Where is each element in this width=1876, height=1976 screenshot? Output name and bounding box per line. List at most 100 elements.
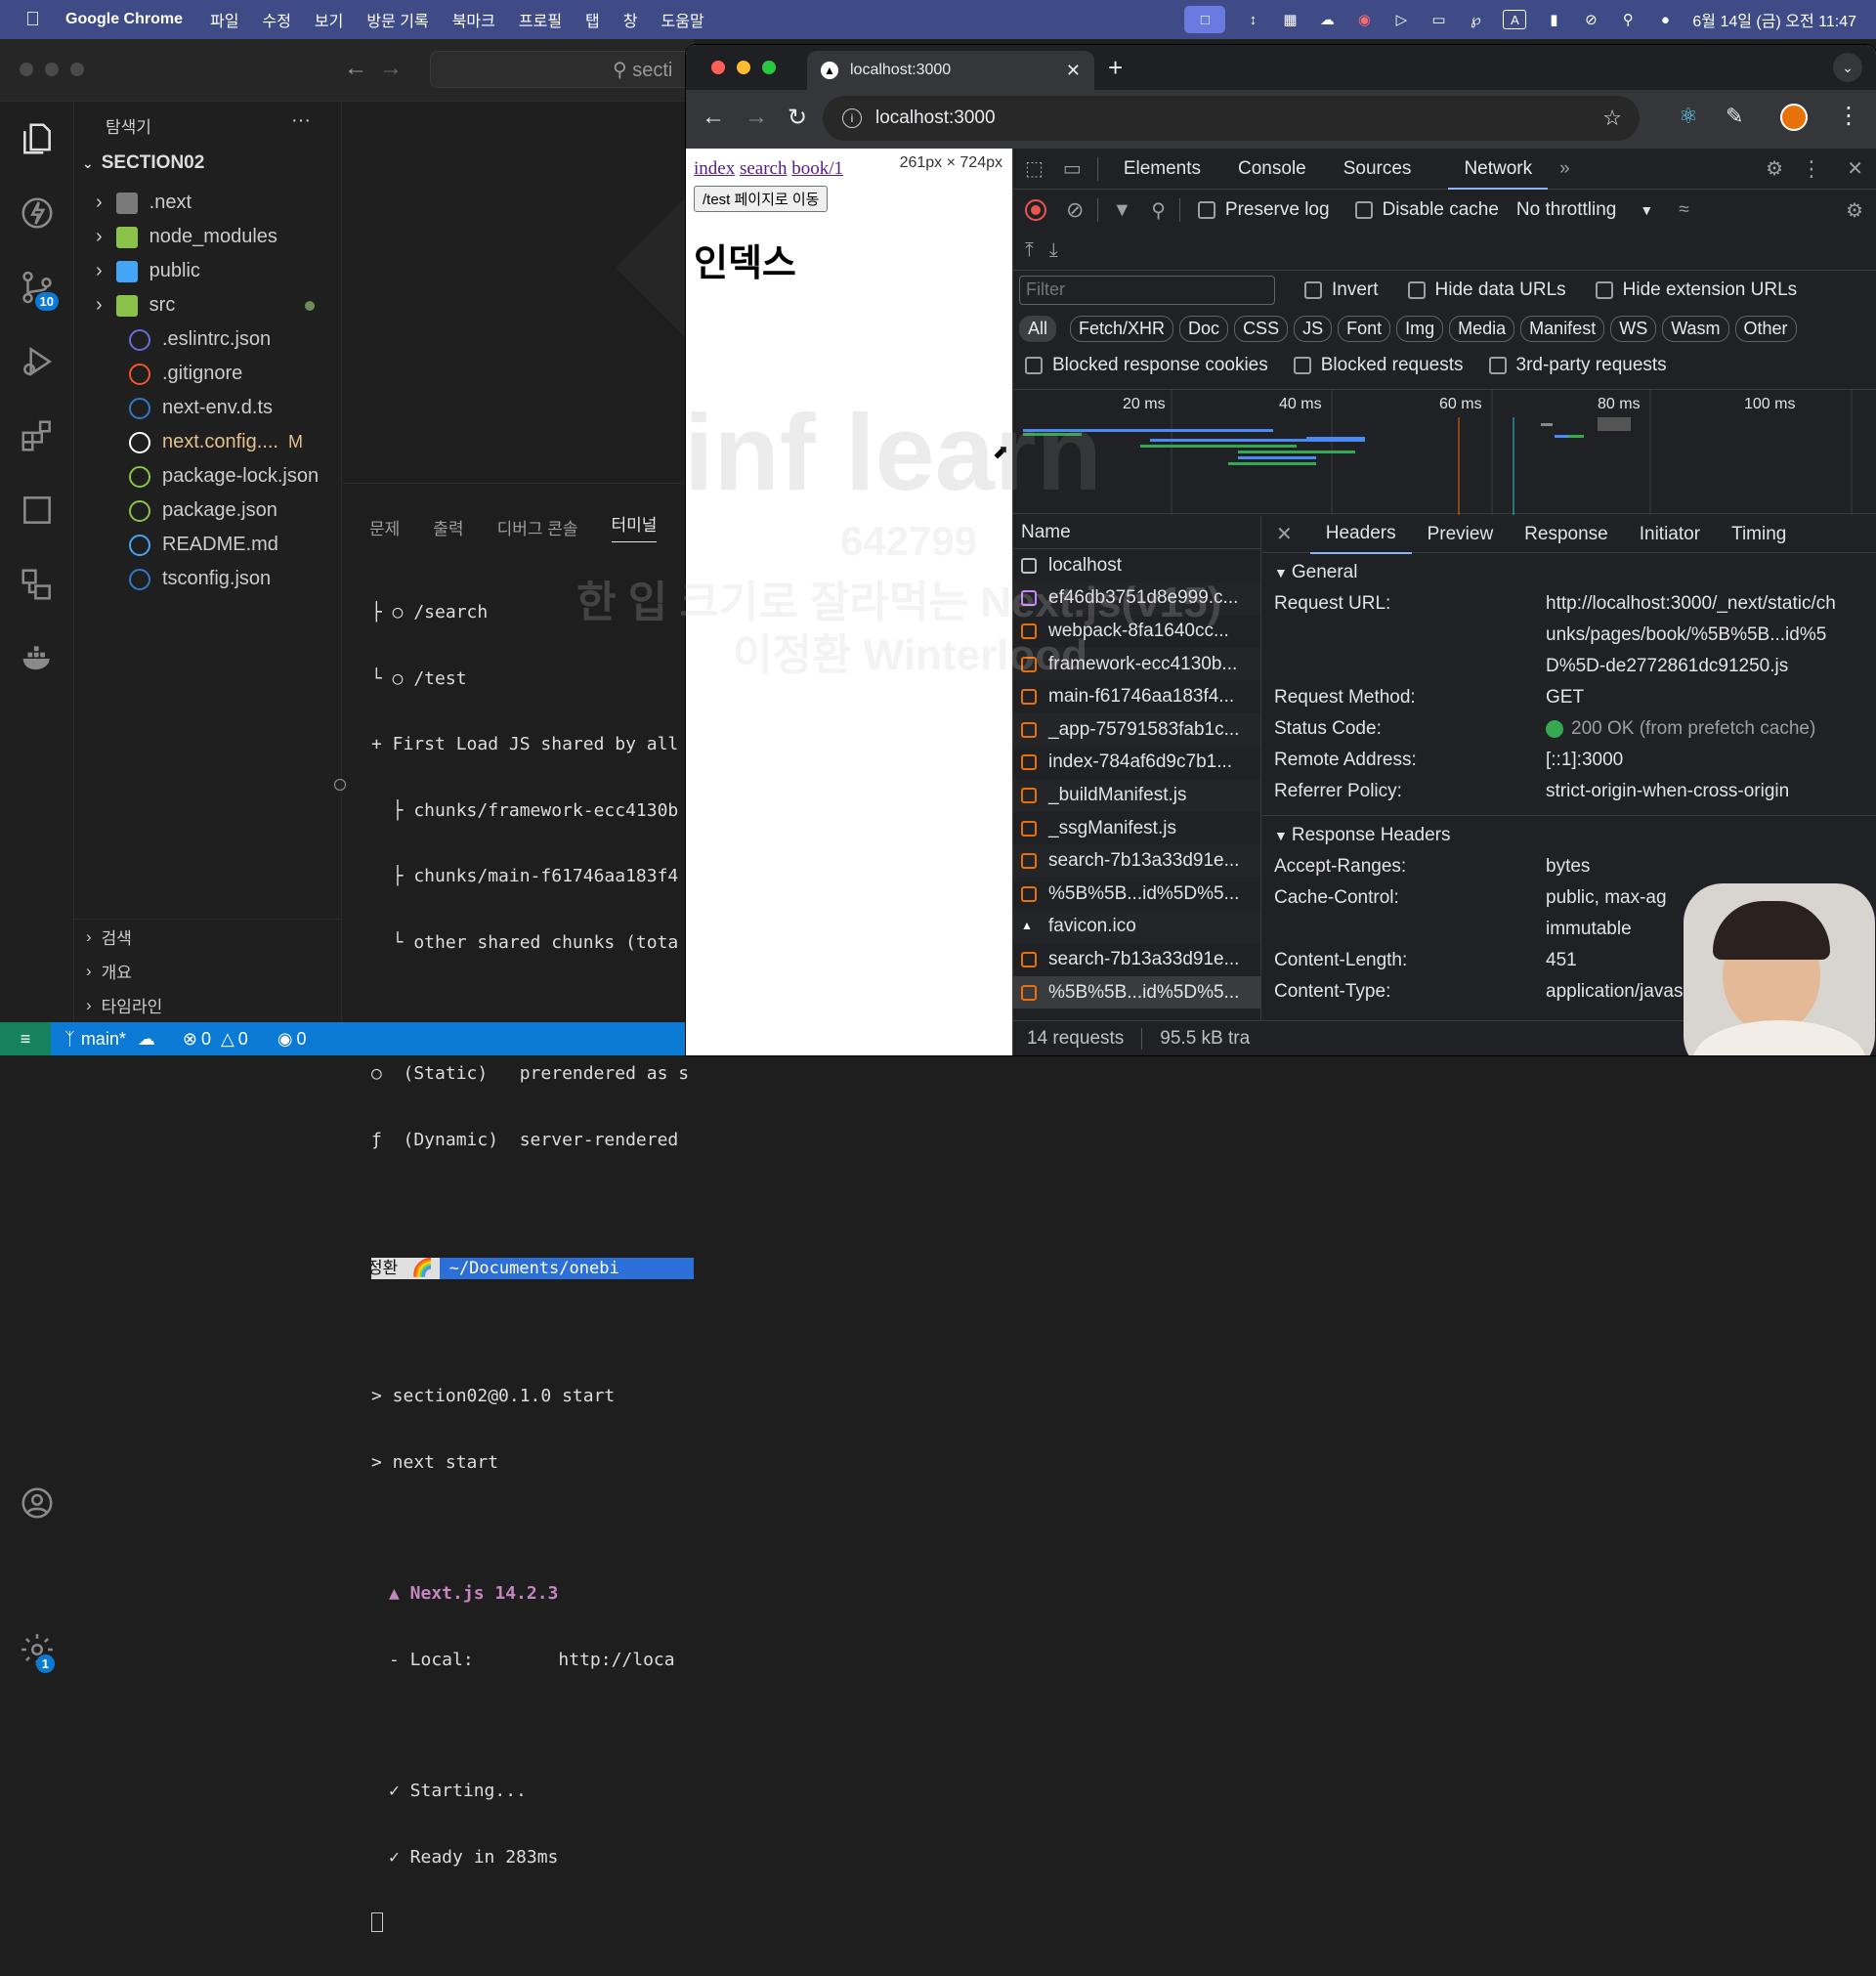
record-icon[interactable]: ◉ bbox=[1354, 10, 1374, 29]
type-filter-other[interactable]: Other bbox=[1734, 315, 1797, 342]
section-timeline[interactable]: › 타임라인 bbox=[74, 988, 342, 1022]
tree-file[interactable]: next.config.... M bbox=[74, 425, 342, 459]
forward-arrow-icon[interactable]: → bbox=[379, 55, 403, 82]
remote-icon[interactable]: ≡ bbox=[0, 1022, 51, 1055]
request-row[interactable]: search-7b13a33d91e... bbox=[1013, 844, 1260, 878]
throttling-select[interactable]: No throttling bbox=[1516, 199, 1616, 221]
tab-headers[interactable]: Headers bbox=[1309, 516, 1412, 554]
network-search-icon[interactable]: ⚲ bbox=[1151, 198, 1166, 223]
address-bar[interactable]: i localhost:3000 ☆ bbox=[823, 96, 1640, 141]
clear-icon[interactable]: ⊘ bbox=[1066, 197, 1084, 223]
spotlight-icon[interactable]: ⚲ bbox=[1618, 10, 1638, 29]
terminal-output[interactable]: ├ ○ /search └ ○ /test + First Load JS sh… bbox=[371, 558, 694, 1976]
general-section-header[interactable]: ▼ General bbox=[1274, 557, 1876, 588]
error-count[interactable]: 0 bbox=[201, 1029, 211, 1050]
input-source[interactable]: A bbox=[1503, 10, 1527, 29]
type-filter-media[interactable]: Media bbox=[1449, 315, 1515, 342]
third-party-checkbox[interactable] bbox=[1488, 357, 1507, 374]
account-icon[interactable] bbox=[0, 1466, 74, 1540]
devtools-more-icon[interactable]: ⋮ bbox=[1801, 156, 1822, 182]
back-arrow-icon[interactable]: ← bbox=[344, 55, 367, 82]
tree-file[interactable]: package-lock.json bbox=[74, 459, 342, 494]
extensions-puzzle-icon[interactable]: ✎ bbox=[1726, 104, 1743, 129]
type-filter-ws[interactable]: WS bbox=[1610, 315, 1657, 342]
tab-close-icon[interactable]: ✕ bbox=[1066, 61, 1081, 81]
tab-initiator[interactable]: Initiator bbox=[1624, 516, 1716, 553]
tree-file[interactable]: tsconfig.json bbox=[74, 562, 342, 596]
menubar-app-name[interactable]: Google Chrome bbox=[65, 11, 183, 28]
cloud-icon[interactable]: ☁ bbox=[1317, 10, 1337, 29]
tab-search-button[interactable]: ⌄ bbox=[1833, 53, 1862, 82]
request-row[interactable]: main-f61746aa183f4... bbox=[1013, 680, 1260, 713]
tab-network[interactable]: Network bbox=[1448, 149, 1549, 190]
device-toolbar-icon[interactable]: ▭ bbox=[1063, 156, 1082, 181]
bluetooth-icon[interactable]: ℘ bbox=[1466, 10, 1485, 29]
type-filter-manifest[interactable]: Manifest bbox=[1520, 315, 1605, 342]
lightning-icon[interactable] bbox=[0, 176, 74, 250]
warning-count[interactable]: 0 bbox=[238, 1029, 248, 1050]
tab-console[interactable]: Console bbox=[1238, 158, 1306, 180]
new-tab-button[interactable]: + bbox=[1108, 53, 1123, 83]
grid-icon[interactable]: ▦ bbox=[1280, 10, 1300, 29]
tab-sources[interactable]: Sources bbox=[1343, 158, 1412, 180]
sync-icon[interactable]: ☁ bbox=[138, 1029, 155, 1050]
tab-debug-console[interactable]: 디버그 콘솔 bbox=[497, 515, 578, 539]
tab-terminal[interactable]: 터미널 bbox=[611, 511, 658, 542]
nav-link-book[interactable]: book/1 bbox=[791, 158, 843, 179]
tree-file[interactable]: package.json bbox=[74, 494, 342, 528]
back-button[interactable]: ← bbox=[702, 104, 725, 131]
download-har-icon[interactable]: ⤓ bbox=[1049, 239, 1058, 262]
menu-view[interactable]: 보기 bbox=[315, 8, 343, 31]
menu-bookmarks[interactable]: 북마크 bbox=[452, 8, 495, 31]
forward-button[interactable]: → bbox=[745, 104, 768, 131]
request-row[interactable]: index-784af6d9c7b1... bbox=[1013, 747, 1260, 780]
tree-file[interactable]: next-env.d.ts bbox=[74, 391, 342, 425]
battery-icon[interactable]: ▮ bbox=[1544, 10, 1563, 29]
type-filter-font[interactable]: Font bbox=[1338, 315, 1391, 342]
preserve-log-checkbox[interactable] bbox=[1197, 201, 1215, 219]
type-filter-all[interactable]: All bbox=[1019, 315, 1057, 342]
more-tabs-icon[interactable]: » bbox=[1559, 158, 1570, 180]
root-folder[interactable]: ⌄ SECTION02 bbox=[82, 152, 204, 174]
invert-checkbox[interactable] bbox=[1304, 280, 1322, 299]
control-center-icon[interactable]: ● bbox=[1655, 10, 1675, 29]
type-filter-fetch-xhr[interactable]: Fetch/XHR bbox=[1070, 315, 1174, 342]
inspect-element-icon[interactable]: ⬚ bbox=[1025, 156, 1044, 181]
tab-preview[interactable]: Preview bbox=[1412, 516, 1510, 553]
request-row[interactable]: _ssgManifest.js bbox=[1013, 812, 1260, 845]
play-icon[interactable]: ▷ bbox=[1391, 10, 1411, 29]
filter-input[interactable] bbox=[1019, 275, 1275, 305]
arrows-icon[interactable]: ↕ bbox=[1243, 10, 1262, 29]
detail-close-icon[interactable]: ✕ bbox=[1276, 522, 1293, 546]
response-headers-section-header[interactable]: ▼ Response Headers bbox=[1274, 820, 1876, 851]
menu-tab[interactable]: 탭 bbox=[585, 8, 600, 31]
source-control-icon[interactable]: 10 bbox=[0, 250, 74, 324]
tab-output[interactable]: 출력 bbox=[433, 515, 463, 539]
reload-button[interactable]: ↻ bbox=[788, 104, 807, 132]
section-outline[interactable]: › 개요 bbox=[74, 954, 342, 988]
tab-timing[interactable]: Timing bbox=[1716, 516, 1802, 553]
network-settings-icon[interactable]: ⚙ bbox=[1846, 198, 1863, 223]
request-row[interactable]: %5B%5B...id%5D%5... bbox=[1013, 878, 1260, 911]
type-filter-img[interactable]: Img bbox=[1396, 315, 1444, 342]
docker-icon[interactable] bbox=[0, 622, 74, 696]
site-info-icon[interactable]: i bbox=[842, 108, 862, 128]
zoom-dot[interactable] bbox=[70, 63, 84, 76]
settings-gear-icon[interactable]: 1 bbox=[0, 1612, 74, 1687]
tree-file[interactable]: .gitignore bbox=[74, 357, 342, 391]
request-row[interactable]: ef46db3751d8e999.c... bbox=[1013, 581, 1260, 616]
network-overview[interactable]: 20 ms 40 ms 60 ms 80 ms 100 ms bbox=[1013, 389, 1876, 515]
command-center[interactable]: ⚲ secti bbox=[430, 51, 704, 88]
display-icon[interactable]: ▭ bbox=[1428, 10, 1448, 29]
request-row[interactable]: ▲ favicon.ico bbox=[1013, 910, 1260, 944]
tree-file[interactable]: .eslintrc.json bbox=[74, 322, 342, 357]
throttling-dropdown-icon[interactable]: ▼ bbox=[1640, 202, 1653, 218]
square-icon[interactable] bbox=[0, 473, 74, 547]
tab-response[interactable]: Response bbox=[1509, 516, 1624, 553]
disable-cache-checkbox[interactable] bbox=[1354, 201, 1373, 219]
request-row[interactable]: webpack-8fa1640cc... bbox=[1013, 615, 1260, 648]
tab-elements[interactable]: Elements bbox=[1124, 158, 1201, 180]
branch-name[interactable]: main* bbox=[81, 1029, 126, 1050]
type-filter-doc[interactable]: Doc bbox=[1179, 315, 1229, 342]
request-row[interactable]: %5B%5B...id%5D%5... bbox=[1013, 975, 1260, 1009]
